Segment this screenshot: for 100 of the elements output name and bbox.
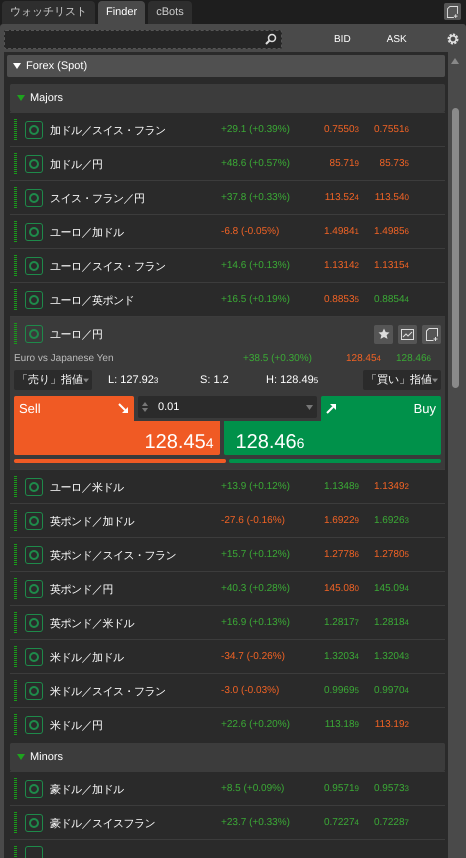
symbol-name[interactable]: ユーロ／加ドル <box>50 226 124 238</box>
symbol-toggle-icon[interactable] <box>25 325 43 343</box>
column-header: ASK <box>386 32 407 46</box>
new-window-icon[interactable] <box>444 3 461 20</box>
triangle-icon[interactable] <box>17 753 25 761</box>
status-bar-icon <box>14 186 17 208</box>
symbol-toggle-icon[interactable] <box>25 580 43 598</box>
symbol-name[interactable]: ユーロ／英ポンド <box>50 294 134 306</box>
scrollbar-thumb[interactable] <box>452 108 458 388</box>
symbol-toggle-icon[interactable] <box>25 188 43 206</box>
daily-change: +29.1 (+0.39%) <box>221 123 291 137</box>
status-bar-icon <box>14 778 17 800</box>
bid-price: 113.524 <box>324 191 359 205</box>
bid-price: 1.13489 <box>322 480 359 494</box>
status-bar-icon <box>14 476 17 498</box>
symbol-name[interactable]: ユーロ／スイス・フラン <box>50 260 166 272</box>
symbol-toggle-icon[interactable] <box>25 614 43 632</box>
chart-icon[interactable] <box>398 324 417 344</box>
bid-price: 128.454 <box>344 352 381 366</box>
tab[interactable]: cBots <box>148 1 192 24</box>
bid-price: 0.88535 <box>322 293 359 307</box>
new-window-icon[interactable] <box>422 324 441 344</box>
symbol-toggle-icon[interactable] <box>25 256 43 274</box>
ask-price: 1.28184 <box>372 616 409 630</box>
symbol-toggle-icon[interactable] <box>25 478 43 496</box>
ask-price: 1.27805 <box>372 548 409 562</box>
status-bar-icon <box>14 714 17 736</box>
symbol-name[interactable]: 英ポンド／円 <box>50 584 113 596</box>
subgroup-header[interactable]: Minors <box>10 743 445 771</box>
symbol-name[interactable]: 英ポンド／米ドル <box>50 618 134 630</box>
daily-change: -27.6 (-0.16%) <box>221 514 286 528</box>
bid-price: 0.95719 <box>322 782 359 796</box>
ask-price: 128.466 <box>394 352 431 366</box>
symbol-name[interactable]: 米ドル／加ドル <box>50 652 124 664</box>
status-bar-icon <box>14 118 17 140</box>
daily-change: +16.5 (+0.19%) <box>221 293 291 307</box>
bid-price: 1.13142 <box>322 259 359 273</box>
bid-price: 0.75503 <box>322 123 359 137</box>
scroll-up-icon[interactable] <box>451 58 459 64</box>
symbol-toggle-icon[interactable] <box>25 780 43 798</box>
search-icon <box>265 33 277 45</box>
daily-change: +48.6 (+0.57%) <box>221 157 291 171</box>
tab[interactable]: Finder <box>98 1 146 24</box>
symbol-name[interactable]: 加ドル／円 <box>50 158 102 170</box>
ask-price: 85.735 <box>378 157 409 171</box>
status-bar-icon <box>14 646 17 668</box>
buy-price-button[interactable]: 128.466 <box>224 421 441 455</box>
bid-price: 85.719 <box>328 157 359 171</box>
tab[interactable]: ウォッチリスト <box>2 1 95 24</box>
symbol-toggle-icon[interactable] <box>25 648 43 666</box>
status-bar-icon <box>14 254 17 276</box>
symbol-name[interactable]: 米ドル／スイス・フラン <box>50 686 166 698</box>
symbol-name[interactable]: 豪ドル／スイスフラン <box>50 818 155 830</box>
sell-order-dropdown[interactable]: 「売り」指値 <box>14 370 92 390</box>
symbol-toggle-icon[interactable] <box>25 546 43 564</box>
triangle-icon[interactable] <box>13 62 21 70</box>
ask-price: 113.192 <box>374 718 409 732</box>
symbol-name[interactable]: 豪ドル／加ドル <box>50 784 124 796</box>
buy-button[interactable]: Buy <box>321 396 441 421</box>
symbol-name[interactable]: ユーロ／円 <box>50 329 102 341</box>
status-bar-icon <box>14 544 17 566</box>
ask-price: 0.72287 <box>372 816 409 830</box>
ask-price: 1.69263 <box>372 514 409 528</box>
ask-price: 0.99704 <box>372 684 409 698</box>
symbol-name[interactable]: 米ドル／円 <box>50 720 102 732</box>
daily-change: +40.3 (+0.28%) <box>221 582 291 596</box>
daily-change: +22.6 (+0.20%) <box>221 718 291 732</box>
status-bar-icon <box>14 288 17 310</box>
buy-order-dropdown[interactable]: 「買い」指値 <box>363 370 441 390</box>
symbol-toggle-icon[interactable] <box>25 682 43 700</box>
symbol-toggle-icon[interactable] <box>25 154 43 172</box>
symbol-name[interactable]: スイス・フラン／円 <box>50 192 144 204</box>
search-field[interactable] <box>4 30 282 48</box>
bid-price: 0.72274 <box>322 816 359 830</box>
ask-price: 1.49856 <box>372 225 409 239</box>
settings-icon[interactable] <box>446 32 460 46</box>
symbol-toggle-icon[interactable] <box>25 716 43 734</box>
spread: S: 1.2 <box>200 372 230 388</box>
symbol-name[interactable]: 英ポンド／スイス・フラン <box>50 550 176 562</box>
quantity-field[interactable]: 0.01 <box>138 396 317 418</box>
group-header[interactable]: Forex (Spot) <box>7 55 445 77</box>
symbol-toggle-icon[interactable] <box>25 512 43 530</box>
symbol-name[interactable]: ユーロ／米ドル <box>50 482 124 494</box>
subgroup-header[interactable]: Majors <box>10 84 445 112</box>
bid-price: 1.28177 <box>322 616 359 630</box>
symbol-name[interactable]: 英ポンド／加ドル <box>50 516 134 528</box>
high-price: H: 128.495 <box>266 372 320 388</box>
status-bar-icon <box>14 578 17 600</box>
daily-change: -3.0 (-0.03%) <box>221 684 280 698</box>
symbol-toggle-icon[interactable] <box>25 120 43 138</box>
daily-change: +16.9 (+0.13%) <box>221 616 291 630</box>
status-bar-icon <box>14 510 17 532</box>
bid-price: 1.32034 <box>322 650 359 664</box>
symbol-toggle-icon[interactable] <box>25 290 43 308</box>
symbol-name[interactable]: 加ドル／スイス・フラン <box>50 124 166 136</box>
daily-change: -6.8 (-0.05%) <box>221 225 280 239</box>
symbol-toggle-icon[interactable] <box>25 222 43 240</box>
symbol-toggle-icon[interactable] <box>25 814 43 832</box>
triangle-icon[interactable] <box>17 94 25 102</box>
caret-icon <box>432 378 438 382</box>
